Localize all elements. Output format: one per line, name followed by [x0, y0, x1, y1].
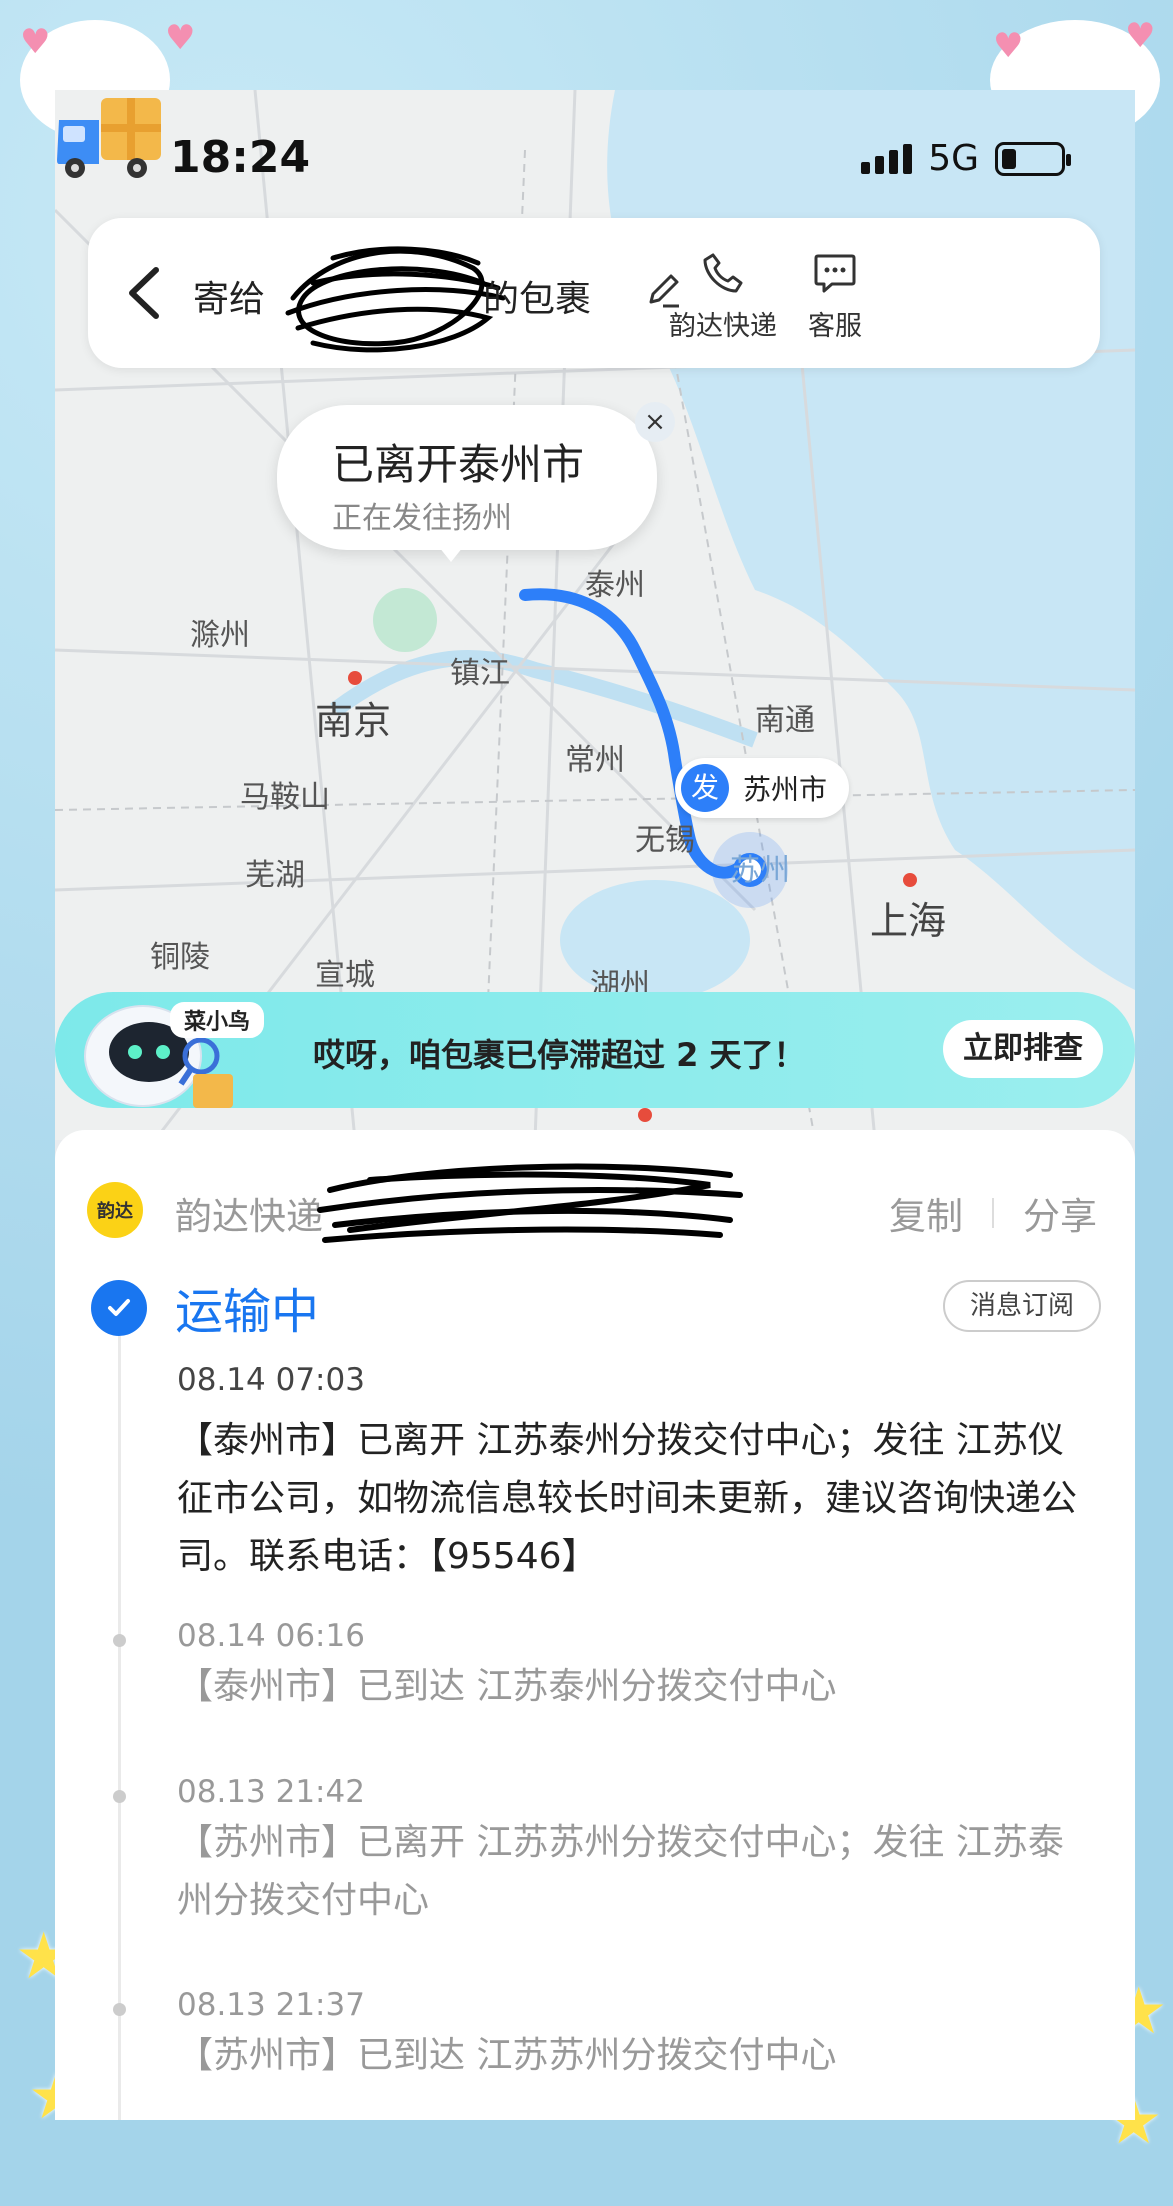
call-carrier-label: 韵达快递: [669, 311, 777, 342]
event-text: 【泰州市】已到达 江苏泰州分拨交付中心: [177, 1666, 837, 1707]
event-time: 08.13 21:37: [177, 1987, 365, 2023]
heart-icon: ♥: [1125, 16, 1156, 56]
heart-icon: ♥: [993, 26, 1024, 66]
map-label: 镇江: [450, 656, 510, 691]
redaction-scribble: [285, 246, 506, 353]
map-label: 泰州: [585, 568, 645, 603]
map-label: 芜湖: [245, 858, 305, 893]
map-label: 铜陵: [150, 940, 210, 975]
customer-service-button[interactable]: 客服: [780, 248, 890, 343]
event-time: 08.13 21:42: [177, 1774, 365, 1810]
title-suffix: 的包裹: [483, 279, 592, 320]
timeline-dot: [113, 1790, 126, 1803]
carrier-logo: 韵达: [87, 1182, 143, 1238]
map-label: 常州: [565, 743, 625, 778]
carrier-name: 韵达快递: [175, 1195, 323, 1238]
title-prefix: 寄给: [193, 279, 266, 320]
map-label: 马鞍山: [240, 780, 330, 815]
map-label: 滁州: [190, 618, 250, 653]
origin-label: 苏州市: [743, 773, 828, 806]
subscribe-button[interactable]: 消息订阅: [943, 1280, 1101, 1332]
event-text: 【泰州市】已离开 江苏泰州分拨交付中心；发往 江苏仪征市公司，如物流信息较长时间…: [177, 1420, 1078, 1577]
action-divider: [992, 1198, 994, 1228]
popup-tail: [435, 542, 467, 562]
event-text: 【苏州市】已到达 江苏苏州分拨交付中心: [177, 2035, 837, 2076]
alert-message: 哎呀，咱包裹已停滞超过 2 天了！: [313, 1036, 806, 1074]
location-popup[interactable]: 已离开泰州市 正在发往扬州: [277, 405, 657, 550]
redaction-scribble: [317, 1163, 743, 1243]
customer-service-label: 客服: [808, 311, 862, 342]
back-button[interactable]: [116, 258, 176, 328]
origin-badge: 发: [681, 764, 729, 812]
header-card: 寄给 的包裹 韵达快递 客服: [88, 218, 1100, 368]
map-label: 苏州: [730, 853, 790, 888]
heart-icon: ♥: [20, 22, 51, 62]
phone-icon: [703, 253, 743, 293]
popup-subtitle: 正在发往扬州: [332, 501, 512, 536]
stagnation-alert-banner[interactable]: 菜小鸟 哎呀，咱包裹已停滞超过 2 天了！ 立即排查: [55, 992, 1135, 1108]
timeline-dot: [113, 1634, 126, 1647]
event-time: 08.14 07:03: [177, 1362, 365, 1398]
timeline-dot: [113, 2003, 126, 2016]
map-label: 南京: [315, 699, 392, 743]
phone-screen: 泰州 滁州 镇江 南京 常州 南通 马鞍山 无锡 苏州 芜湖 上海 铜陵 宣城 …: [55, 90, 1135, 2120]
map-label: 南通: [755, 703, 815, 738]
investigate-button[interactable]: 立即排查: [943, 1020, 1103, 1078]
map-label: 无锡: [635, 823, 695, 858]
map-label: 上海: [870, 899, 947, 943]
status-time: 18:24: [170, 132, 311, 183]
event-text: 【苏州市】已离开 江苏苏州分拨交付中心；发往 江苏泰州分拨交付中心: [177, 1822, 1064, 1921]
chat-icon: [814, 254, 856, 293]
network-type: 5G: [928, 138, 979, 179]
origin-marker[interactable]: 发 苏州市: [675, 758, 850, 818]
tracking-details-sheet: 韵达 韵达快递 复制 分享 运输中 消息订阅 08.14 07:03 【泰州市】…: [55, 1130, 1135, 2120]
share-button[interactable]: 分享: [1023, 1186, 1097, 1240]
call-carrier-button[interactable]: 韵达快递: [668, 248, 778, 343]
mascot-tag: 菜小鸟: [170, 1002, 265, 1038]
popup-title: 已离开泰州市: [332, 440, 585, 489]
shipment-status: 运输中: [175, 1284, 320, 1340]
battery-icon: [995, 141, 1071, 176]
cellular-signal-icon: [861, 143, 913, 174]
popup-close-button[interactable]: ×: [635, 402, 675, 442]
status-indicators: 5G: [861, 138, 1071, 179]
map-label: 宣城: [315, 958, 375, 993]
heart-icon: ♥: [165, 18, 196, 58]
check-icon: [91, 1280, 147, 1336]
event-time: 08.14 06:16: [177, 1618, 365, 1654]
robot-mascot-icon: [84, 1005, 233, 1108]
delivery-truck-icon: [57, 98, 161, 178]
copy-tracking-button[interactable]: 复制: [889, 1186, 963, 1240]
